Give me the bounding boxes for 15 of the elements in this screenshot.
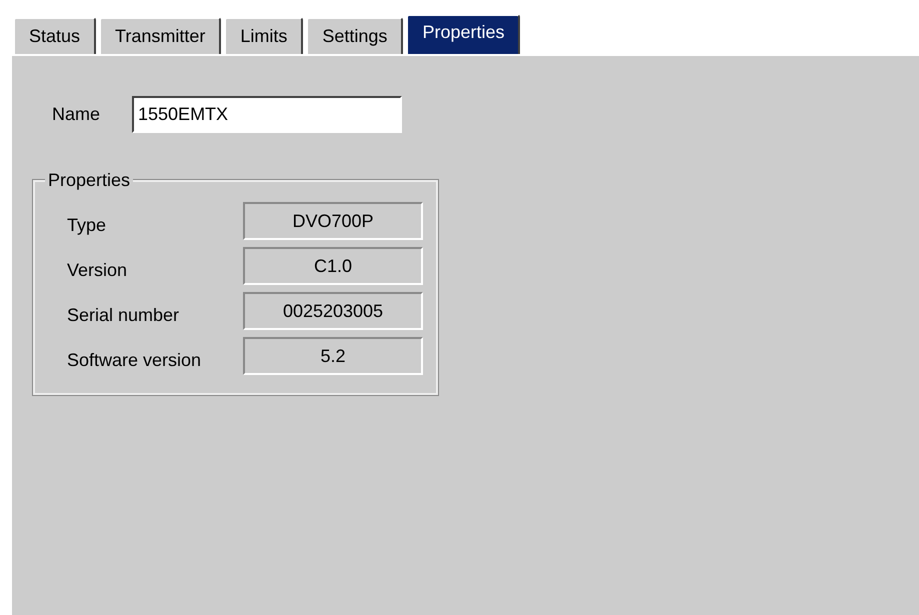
property-label: Software version	[67, 348, 202, 372]
property-label: Type	[67, 214, 108, 237]
property-value: 0025203005	[243, 292, 423, 330]
tab[interactable]: Status	[13, 17, 96, 54]
property-label: Version	[67, 258, 128, 282]
tab[interactable]: Properties	[406, 14, 520, 54]
tab[interactable]: Limits	[224, 17, 304, 54]
tab[interactable]: Settings	[306, 17, 404, 54]
property-label: Serial number	[67, 304, 180, 326]
property-value: 5.2	[243, 337, 423, 375]
property-value: C1.0	[243, 247, 423, 285]
tab[interactable]: Transmitter	[99, 17, 222, 54]
name-field[interactable]: 1550EMTX	[132, 96, 402, 133]
name-label: Name	[52, 103, 100, 126]
property-value: DVO700P	[243, 202, 423, 240]
